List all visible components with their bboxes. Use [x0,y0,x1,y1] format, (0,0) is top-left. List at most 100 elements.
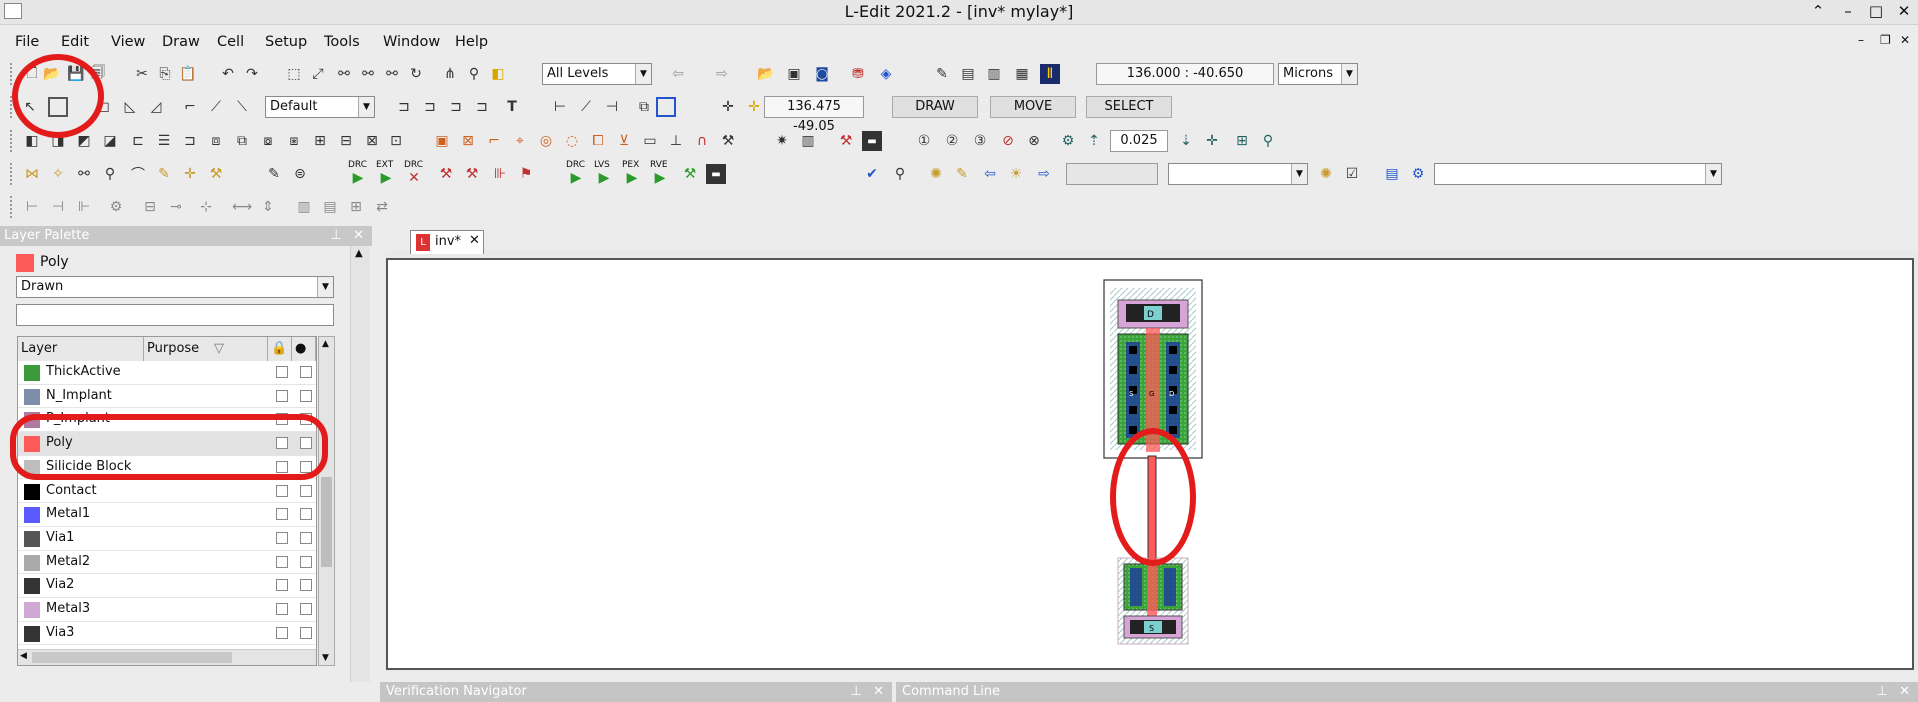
cut-icon[interactable]: ✂ [132,64,152,84]
grid-icon[interactable]: ⊞ [1232,131,1252,151]
ruler-angle-icon[interactable]: ⟋ [576,97,596,117]
text-tool-icon[interactable]: T [502,97,522,117]
layer-row[interactable]: Metal1 [18,503,316,527]
instance-icon[interactable]: ⧉ [634,97,654,117]
visibility-checkbox[interactable] [300,626,312,639]
close-window-button[interactable]: ✕ [1892,2,1916,20]
lock-checkbox[interactable] [276,484,288,497]
net-highlight-icon[interactable]: ✧ [48,164,68,184]
view-mode-select[interactable]: Drawn ▼ [16,276,334,298]
zoom-box-icon[interactable]: ⬚ [284,64,304,84]
wire-45-icon[interactable]: ⟋ [206,97,226,117]
chevron-down-icon[interactable]: ▼ [635,64,651,84]
clear-probe-icon[interactable]: ⚒ [206,164,226,184]
chevron-down-icon[interactable]: ▼ [1291,164,1307,184]
drc-cancel-icon[interactable]: ✕ [404,168,424,188]
wire-all-angle-icon[interactable]: ⟍ [232,97,252,117]
swap-icon[interactable]: ⇄ [372,197,392,217]
no-entry-icon[interactable]: ⊘ [998,131,1018,151]
rule-select[interactable]: ▼ [1434,163,1722,185]
columns-icon[interactable]: ▥ [294,197,314,217]
search-icon[interactable]: ⚲ [464,64,484,84]
scroll-left-icon[interactable]: ◀ [20,651,27,661]
table-vscrollbar[interactable]: ▲ ▼ [318,336,335,666]
net-trace-icon[interactable]: ⚲ [100,164,120,184]
units-select[interactable]: Microns ▼ [1278,63,1358,85]
distribute-v-icon[interactable]: ⊸ [166,197,186,217]
wrench-icon[interactable]: ⚒ [718,131,738,151]
spacing-v-icon[interactable]: ⇕ [258,197,278,217]
column-layer[interactable]: Layer [18,337,144,361]
layer-row[interactable]: Metal3 [18,598,316,622]
visibility-checkbox[interactable] [300,484,312,497]
close-icon[interactable]: ✕ [873,682,884,702]
ruler-end-icon[interactable]: ⊣ [602,97,622,117]
window-icon[interactable]: ▦ [1012,64,1032,84]
align-mid-icon[interactable]: ⊣ [48,197,68,217]
menu-draw[interactable]: Draw [162,34,200,50]
chevron-down-icon[interactable]: ▼ [1705,164,1721,184]
boolean-icon[interactable]: ⧆ [284,131,304,151]
layer-row[interactable]: N_Implant [18,385,316,409]
layer-row[interactable]: Metal2 [18,551,316,575]
minimize-button[interactable]: – [1836,2,1860,20]
visibility-checkbox[interactable] [300,555,312,568]
close-tab-icon[interactable]: ✕ [469,233,480,248]
close-icon[interactable]: ✕ [1899,682,1910,702]
column-purpose[interactable]: Purpose ▽ [144,337,268,361]
view-2-icon[interactable]: ② [942,131,962,151]
stack-icon[interactable]: ◈ [876,64,896,84]
orthogonal-polygon-icon[interactable]: ◺ [120,97,140,117]
lock-checkbox[interactable] [276,389,288,402]
prev-error-icon[interactable]: ⇦ [980,164,1000,184]
check-box-icon[interactable]: ☑ [1342,164,1362,184]
lock-column-icon[interactable]: 🔒 [268,337,292,361]
view-3-icon[interactable]: ③ [970,131,990,151]
visibility-column-icon[interactable]: ● [292,337,316,361]
close-icon[interactable]: ✕ [353,226,364,246]
layer-row[interactable]: Contact [18,480,316,504]
mirror-icon[interactable]: ◪ [100,131,120,151]
drc-setup-2-icon[interactable]: ⚒ [462,164,482,184]
grid-snap-icon[interactable]: ✛ [1202,131,1222,151]
mode-move-button[interactable]: MOVE [990,96,1076,118]
stretch-icon[interactable]: ⌐ [484,131,504,151]
net-find-icon[interactable]: ⚯ [74,164,94,184]
hierarchy-icon[interactable]: ⋔ [440,64,460,84]
torus-icon[interactable]: ◌ [562,131,582,151]
align-right-icon[interactable]: ⊐ [180,131,200,151]
cross-probe-icon[interactable]: ✛ [180,164,200,184]
text-layout-icon[interactable]: ⧠ [588,131,608,151]
lock-checkbox[interactable] [276,579,288,592]
align-center-icon[interactable]: ☰ [154,131,174,151]
vscroll-thumb[interactable] [321,477,332,567]
mdi-minimize-button[interactable]: – [1858,33,1864,47]
scroll-down-icon[interactable]: ▼ [322,653,329,663]
visibility-checkbox[interactable] [300,508,312,521]
save-layout-icon[interactable]: ▤ [958,64,978,84]
lock-checkbox[interactable] [276,555,288,568]
distribute-h-icon[interactable]: ⊟ [140,197,160,217]
merge-icon[interactable]: ⊞ [310,131,330,151]
zoom-icon[interactable]: ⚲ [890,164,910,184]
probe-pencil-icon[interactable]: ✎ [154,164,174,184]
calibre-lvs-icon[interactable]: ▶ [594,168,614,188]
mode-draw-button[interactable]: DRAW [892,96,978,118]
visibility-checkbox[interactable] [300,389,312,402]
scroll-up-icon[interactable]: ▲ [322,339,329,349]
port-c-icon[interactable]: ⊐ [446,97,466,117]
open-cell-icon[interactable]: 📂 [756,64,776,84]
select-vertex-icon[interactable]: ⊠ [458,131,478,151]
grid-down-icon[interactable]: ⇣ [1176,131,1196,151]
palette-scrollbar[interactable]: ▲ [350,246,370,682]
mfg-icon[interactable]: ⊗ [1024,131,1044,151]
table-hscrollbar[interactable]: ◀ [18,649,316,665]
spacing-h-icon[interactable]: ⟷ [232,197,252,217]
lock-checkbox[interactable] [276,626,288,639]
align-right-edge-icon[interactable]: ⊩ [74,197,94,217]
circle-icon[interactable]: ◎ [536,131,556,151]
grid-size-field[interactable]: 0.025 [1110,130,1168,152]
lock-checkbox[interactable] [276,603,288,615]
nmos-transistor[interactable]: S [1117,557,1189,645]
style-select[interactable]: Default ▼ [265,96,375,118]
